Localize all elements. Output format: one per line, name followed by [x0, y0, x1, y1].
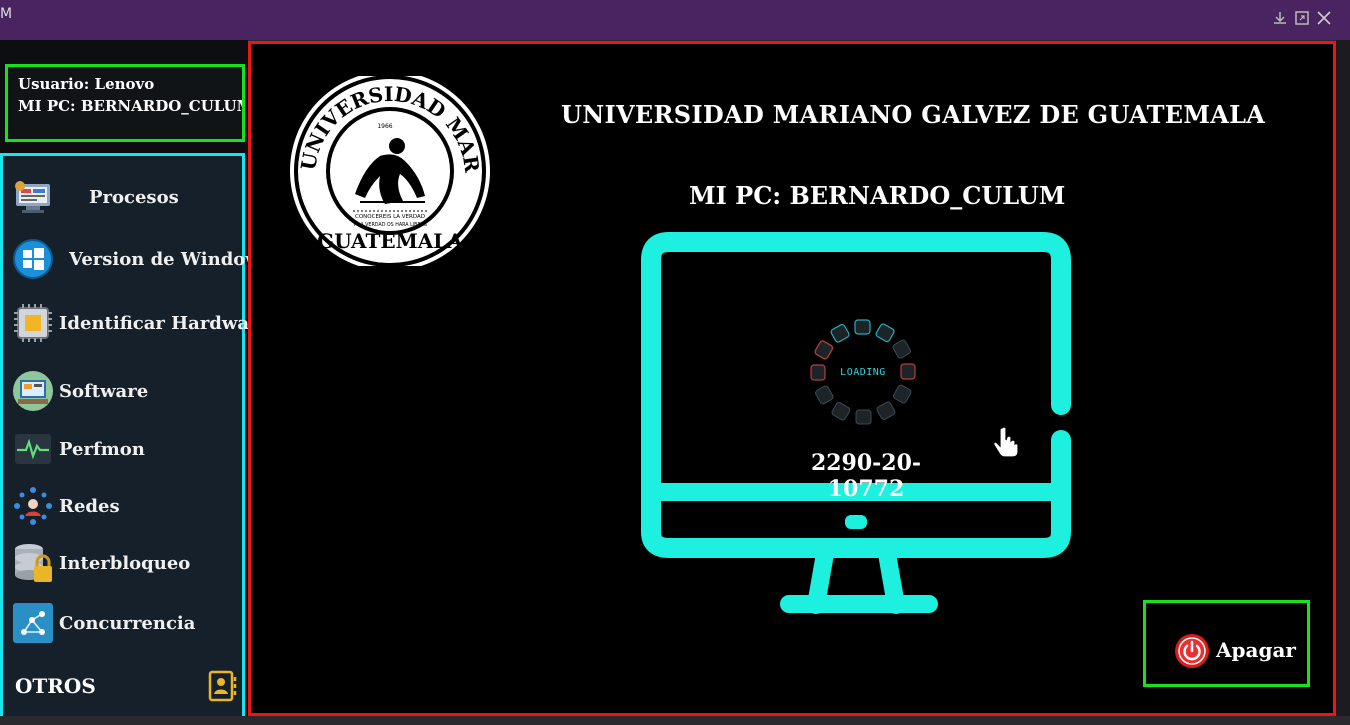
network-icon [11, 484, 55, 528]
menu-item-redes[interactable]: Redes [11, 483, 120, 529]
menu-item-version-windows[interactable]: Version de Windows [11, 236, 271, 282]
menu-label: Interbloqueo [59, 552, 191, 574]
svg-text:GUATEMALA: GUATEMALA [317, 229, 463, 253]
menu-label: Perfmon [59, 438, 145, 460]
user-name: Usuario: Lenovo [18, 75, 155, 93]
close-icon[interactable] [1316, 10, 1332, 26]
software-icon [11, 369, 55, 413]
menu-label: Version de Windows [69, 248, 271, 270]
apagar-label: Apagar [1216, 638, 1296, 662]
menu-item-procesos[interactable]: Procesos [11, 174, 179, 220]
student-code: 2290-20-10772 [810, 450, 922, 502]
svg-text:CONOCEREIS LA VERDAD: CONOCEREIS LA VERDAD [355, 214, 425, 220]
loading-label: LOADING [840, 367, 886, 378]
menu-item-interbloqueo[interactable]: Interbloqueo [11, 540, 190, 586]
pc-title: MI PC: BERNARDO_CULUM [689, 181, 1066, 210]
right-edge [1336, 40, 1350, 716]
menu-label: Concurrencia [59, 612, 196, 634]
concurrency-icon [11, 601, 55, 645]
bottom-edge [0, 716, 1350, 725]
perfmon-icon [11, 427, 55, 471]
window-title: M [0, 6, 13, 22]
user-info-panel: Usuario: Lenovo MI PC: BERNARDO_CULUM [5, 64, 245, 142]
restore-icon[interactable] [1294, 10, 1310, 26]
svg-text:Y LA VERDAD OS HARA LIBRES: Y LA VERDAD OS HARA LIBRES [352, 222, 427, 228]
university-seal-logo: UNIVERSIDAD MARIANO GALVEZ GUATEMALA 196… [285, 76, 490, 266]
otros-label[interactable]: OTROS [15, 674, 96, 698]
menu-item-identificar-hardware[interactable]: Identificar Hardware [11, 300, 270, 346]
contact-book-icon[interactable] [208, 670, 238, 702]
processes-icon [11, 175, 55, 219]
download-icon[interactable] [1272, 10, 1288, 26]
apagar-button[interactable]: Apagar [1143, 600, 1310, 687]
menu-label: Identificar Hardware [59, 312, 270, 334]
hand-cursor-icon [993, 426, 1019, 458]
sidebar-menu: Procesos Version de Windows Identificar … [0, 153, 271, 719]
menu-label: Redes [59, 495, 120, 517]
chip-icon [11, 301, 55, 345]
windows-icon [11, 237, 55, 281]
main-panel: UNIVERSIDAD MARIANO GALVEZ GUATEMALA 196… [248, 41, 1336, 716]
menu-label: Software [59, 380, 149, 402]
menu-item-concurrencia[interactable]: Concurrencia [11, 600, 195, 646]
menu-item-software[interactable]: Software [11, 368, 148, 414]
menu-item-perfmon[interactable]: Perfmon [11, 426, 145, 472]
menu-label: Procesos [89, 186, 179, 208]
title-bar: M [0, 0, 1350, 40]
svg-text:1966: 1966 [377, 123, 392, 130]
power-icon [1175, 634, 1209, 668]
pc-name: MI PC: BERNARDO_CULUM [18, 97, 245, 115]
university-title: UNIVERSIDAD MARIANO GALVEZ DE GUATEMALA [561, 100, 1266, 129]
database-lock-icon [11, 541, 55, 585]
